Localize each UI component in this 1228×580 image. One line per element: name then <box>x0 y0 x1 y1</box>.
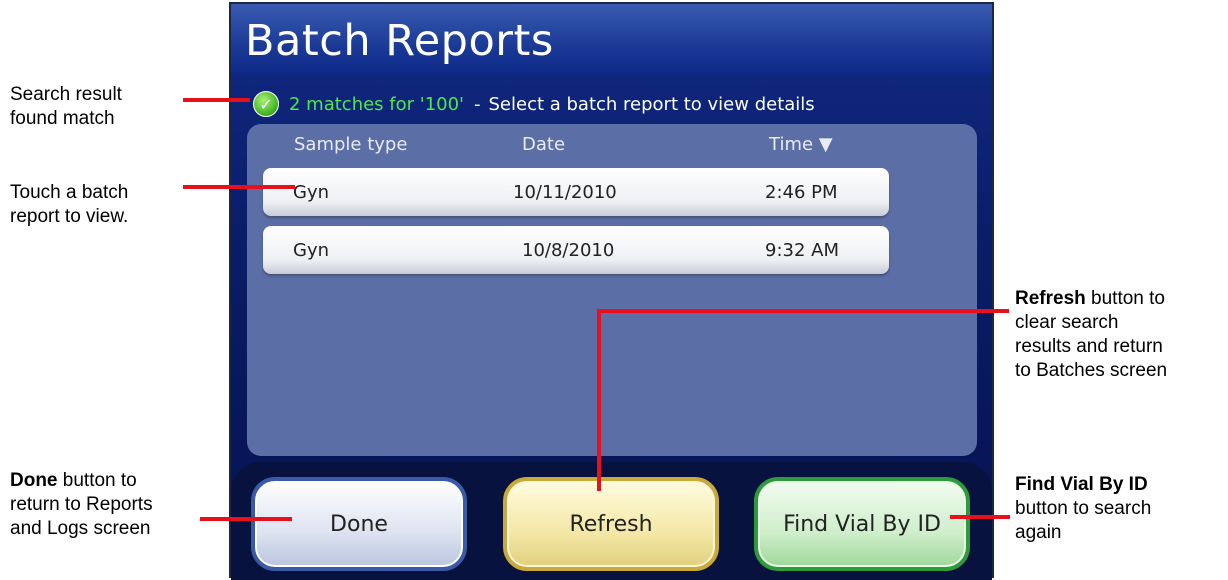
search-status: ✓ 2 matches for '100' - Select a batch r… <box>253 90 815 118</box>
status-separator: - <box>474 93 481 115</box>
row-date: 10/8/2010 <box>522 240 615 261</box>
status-hint: Select a batch report to view details <box>488 93 815 115</box>
column-header-sample-type[interactable]: Sample type <box>294 134 407 155</box>
find-vial-by-id-button[interactable]: Find Vial By ID <box>754 477 970 571</box>
column-header-date[interactable]: Date <box>522 134 565 155</box>
row-sample-type: Gyn <box>293 182 330 203</box>
callout-line-done <box>200 517 292 521</box>
match-count: 2 matches for '100' <box>289 93 464 115</box>
batch-list-panel: Sample type Date Time ▼ Gyn 10/11/2010 2… <box>247 124 977 456</box>
refresh-button[interactable]: Refresh <box>503 477 719 571</box>
annotation-touch-row: Touch a batch report to view. <box>10 182 129 227</box>
column-header-time[interactable]: Time ▼ <box>769 134 833 155</box>
batch-row[interactable]: Gyn 10/8/2010 9:32 AM <box>263 226 889 274</box>
page-title: Batch Reports <box>245 16 554 66</box>
batch-reports-screen: Batch Reports ✓ 2 matches for '100' - Se… <box>229 2 994 580</box>
callout-line-refresh-vertical <box>597 309 601 491</box>
row-date: 10/11/2010 <box>513 182 617 203</box>
annotation-refresh: Refresh button to clear search results a… <box>1015 288 1168 381</box>
callout-line-search <box>183 98 250 102</box>
batch-row[interactable]: Gyn 10/11/2010 2:46 PM <box>263 168 889 216</box>
checkmark-icon: ✓ <box>253 91 279 117</box>
annotation-done: Done button to return to Reports and Log… <box>10 470 153 539</box>
row-time: 2:46 PM <box>765 182 838 203</box>
callout-line-row <box>183 185 295 189</box>
callout-line-find <box>950 515 1010 519</box>
done-button[interactable]: Done <box>251 477 467 571</box>
annotation-find: Find Vial By ID button to search again <box>1015 474 1152 543</box>
callout-line-refresh-horizontal <box>597 309 1009 313</box>
row-time: 9:32 AM <box>765 240 839 261</box>
annotation-search-result: Search result found match <box>10 84 122 129</box>
row-sample-type: Gyn <box>293 240 330 261</box>
